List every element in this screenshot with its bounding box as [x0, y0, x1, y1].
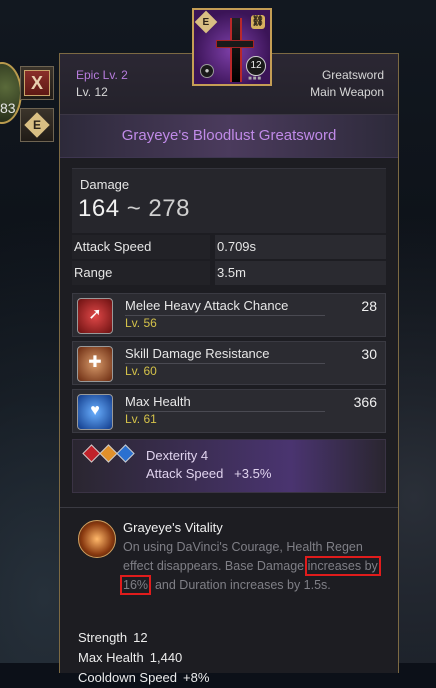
set-desc-after: , and Duration increases by 1.5s. [148, 578, 331, 592]
enhance-level-badge: 12 [246, 56, 266, 76]
stat-row-attack-speed: Attack Speed 0.709s [72, 235, 386, 259]
damage-label: Damage [80, 177, 130, 192]
bonus-stats: Strength 12 Max Health 1,440 Cooldown Spee… [72, 628, 386, 688]
bonus-stat-value: +8% [183, 670, 210, 685]
option-row-skill-damage-resistance[interactable]: ✚ Skill Damage Resistance Lv. 60 30 [72, 341, 386, 385]
set-effect-description: On using DaVinci's Courage, Health Regen… [120, 538, 381, 595]
item-icon[interactable]: E ⛓ ● 12 ■■■ [192, 8, 272, 86]
equipped-badge-label: E [202, 16, 210, 28]
stat-value: 3.5m [215, 261, 386, 285]
damage-separator: ~ [126, 195, 142, 222]
sapphire-gem-icon [116, 444, 135, 463]
set-effect-icon [78, 520, 116, 558]
gem-bonus-line-2: Attack Speed +3.5% [146, 466, 272, 481]
item-title: Grayeye's Bloodlust Greatsword [60, 115, 398, 158]
gem-icons [82, 444, 135, 463]
item-tooltip: Epic Lv. 2 Lv. 12 Greatsword Main Weapon… [59, 53, 399, 685]
option-value: 28 [361, 298, 377, 314]
greatsword-icon [230, 18, 242, 82]
bonus-stat-label: Strength [78, 630, 128, 645]
set-effect-title: Grayeye's Vitality [123, 520, 223, 535]
bonus-stat-cooldown-speed: Cooldown Speed +8% [78, 668, 386, 688]
equipped-badge-icon: E [194, 10, 218, 34]
option-level: Lv. 61 [125, 412, 157, 426]
dots-indicator: ■■■ [248, 76, 262, 82]
gem-bonus: Dexterity 4 Attack Speed +3.5% [72, 439, 386, 493]
option-row-melee-heavy-attack[interactable]: ➚ Melee Heavy Attack Chance Lv. 56 28 [72, 293, 386, 337]
portrait-number: 83 [0, 100, 16, 116]
equip-label: E [32, 117, 42, 132]
divider [60, 507, 398, 508]
stat-label: Range [74, 265, 113, 280]
equip-button[interactable]: E [20, 108, 54, 142]
skill-resistance-icon: ✚ [77, 346, 113, 382]
stat-value: 0.709s [215, 235, 386, 259]
bonus-stat-max-health: Max Health 1,440 [78, 648, 386, 668]
max-health-icon: ♥ [77, 394, 113, 430]
damage-max: 278 [148, 195, 190, 222]
lock-icon: ● [200, 64, 214, 78]
weapon-type: Greatsword [321, 68, 384, 82]
melee-heavy-attack-icon: ➚ [77, 298, 113, 334]
amber-gem-icon [99, 444, 118, 463]
gem-bonus-line-1: Dexterity 4 [146, 448, 209, 463]
close-button[interactable]: X [20, 66, 54, 100]
bonus-stat-value: 1,440 [149, 650, 183, 665]
option-name: Max Health [125, 394, 191, 409]
damage-value: 164 ~ 278 [78, 195, 190, 223]
ruby-gem-icon [82, 444, 101, 463]
damage-min: 164 [78, 195, 120, 222]
set-effect: Grayeye's Vitality On using DaVinci's Co… [72, 514, 386, 622]
close-icon: X [24, 70, 50, 96]
weapon-slot: Main Weapon [310, 85, 384, 99]
sword-guard [216, 40, 254, 48]
option-value: 30 [361, 346, 377, 362]
option-level: Lv. 56 [125, 316, 157, 330]
item-level: Lv. 12 [76, 85, 108, 99]
bonus-stat-label: Cooldown Speed [78, 670, 178, 685]
equip-icon: E [24, 112, 50, 138]
link-icon: ⛓ [251, 15, 265, 29]
stat-row-range: Range 3.5m [72, 261, 386, 285]
option-row-max-health[interactable]: ♥ Max Health Lv. 61 366 [72, 389, 386, 433]
bonus-stat-strength: Strength 12 [78, 628, 386, 648]
option-level: Lv. 60 [125, 364, 157, 378]
stat-label: Attack Speed [74, 239, 152, 254]
option-value: 366 [353, 394, 377, 410]
option-name: Skill Damage Resistance [125, 346, 270, 361]
bonus-stat-value: 12 [133, 630, 148, 645]
damage-box: Damage 164 ~ 278 [72, 168, 386, 233]
option-name: Melee Heavy Attack Chance [125, 298, 289, 313]
item-tier: Epic Lv. 2 [76, 68, 128, 82]
